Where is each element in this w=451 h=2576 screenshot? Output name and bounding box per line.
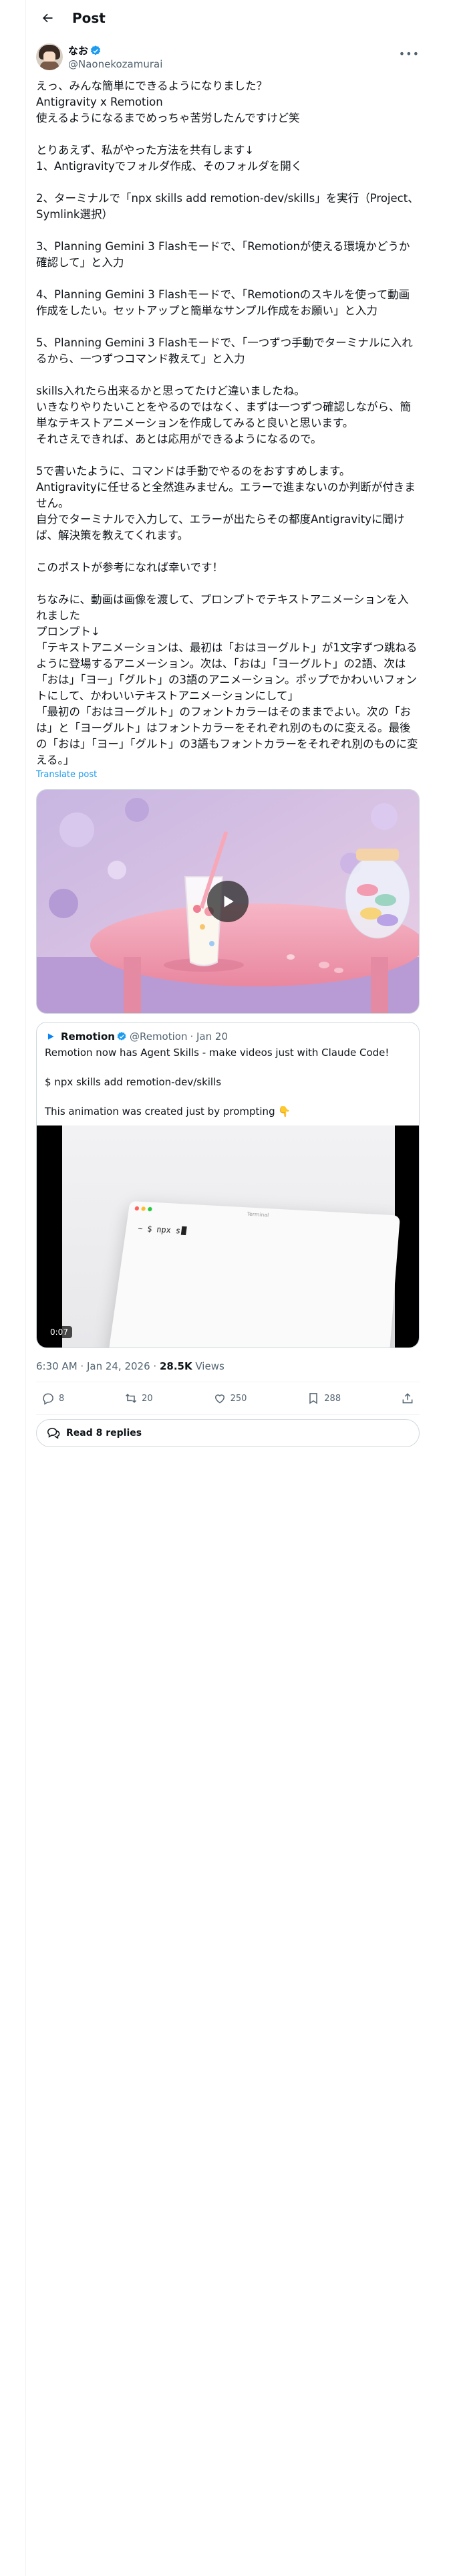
views-label: Views	[192, 1360, 224, 1372]
like-button[interactable]: 250	[213, 1392, 247, 1405]
author-handle[interactable]: @Naonekozamurai	[68, 58, 162, 70]
share-button[interactable]	[401, 1392, 414, 1405]
quoted-post-text: Remotion now has Agent Skills - make vid…	[45, 1047, 390, 1117]
quoted-post-date: · Jan 20	[190, 1031, 228, 1043]
verified-badge-icon	[90, 45, 102, 57]
views-count: 28.5K	[159, 1360, 192, 1372]
avatar[interactable]	[36, 43, 63, 70]
share-icon	[402, 1393, 413, 1404]
back-button[interactable]	[36, 7, 59, 29]
post-video[interactable]	[36, 789, 420, 1014]
terminal-title: Terminal	[247, 1211, 269, 1218]
divider	[36, 1414, 420, 1415]
post-meta: 6:30 AM · Jan 24, 2026 · 28.5K Views	[25, 1348, 430, 1382]
bookmark-button[interactable]: 288	[307, 1392, 341, 1405]
page-title: Post	[72, 9, 106, 26]
video-duration: 0:07	[46, 1326, 72, 1338]
author-info: なお @Naonekozamurai	[68, 43, 162, 70]
verified-badge-icon	[116, 1031, 127, 1042]
video-frame: Terminal ~ $ npx s	[62, 1125, 400, 1348]
arrow-left-icon	[43, 13, 53, 22]
heart-icon	[214, 1394, 224, 1404]
terminal-window: Terminal ~ $ npx s	[103, 1200, 400, 1348]
reply-icon	[43, 1393, 53, 1405]
post-timestamp[interactable]: 6:30 AM · Jan 24, 2026 ·	[36, 1360, 160, 1372]
action-bar: 8 20 250 288	[25, 1382, 430, 1414]
read-replies-button[interactable]: Read 8 replies	[36, 1419, 420, 1447]
play-button[interactable]	[207, 881, 249, 922]
play-icon	[224, 895, 234, 907]
speech-bubbles-icon	[47, 1428, 60, 1439]
terminal-command: ~ $ npx s	[137, 1224, 188, 1237]
remotion-logo-icon	[45, 1031, 57, 1043]
repost-button[interactable]: 20	[124, 1392, 153, 1405]
quoted-author-handle: @Remotion	[129, 1031, 188, 1043]
quoted-video[interactable]: Terminal ~ $ npx s 0:07	[37, 1125, 419, 1348]
post-text: えっ、みんな簡単にできるようになりました？ Antigravity x Remo…	[36, 80, 419, 766]
quoted-author-name[interactable]: Remotion	[61, 1031, 115, 1043]
reply-button[interactable]: 8	[41, 1392, 64, 1405]
translate-link[interactable]: Translate post	[25, 768, 430, 780]
repost-icon	[126, 1394, 137, 1403]
post-header: なお @Naonekozamurai •••	[25, 35, 430, 70]
more-options-icon[interactable]: •••	[399, 47, 420, 60]
top-bar: Post	[25, 0, 430, 35]
quoted-post[interactable]: Remotion @Remotion · Jan 20 Remotion now…	[36, 1022, 420, 1348]
bookmark-icon	[309, 1393, 318, 1404]
quoted-post-header: Remotion @Remotion · Jan 20	[37, 1023, 419, 1043]
author-name[interactable]: なお	[68, 43, 88, 58]
post-column: Post なお @Naonekozamurai ••• えっ、みんな簡単にできる…	[25, 0, 430, 1447]
